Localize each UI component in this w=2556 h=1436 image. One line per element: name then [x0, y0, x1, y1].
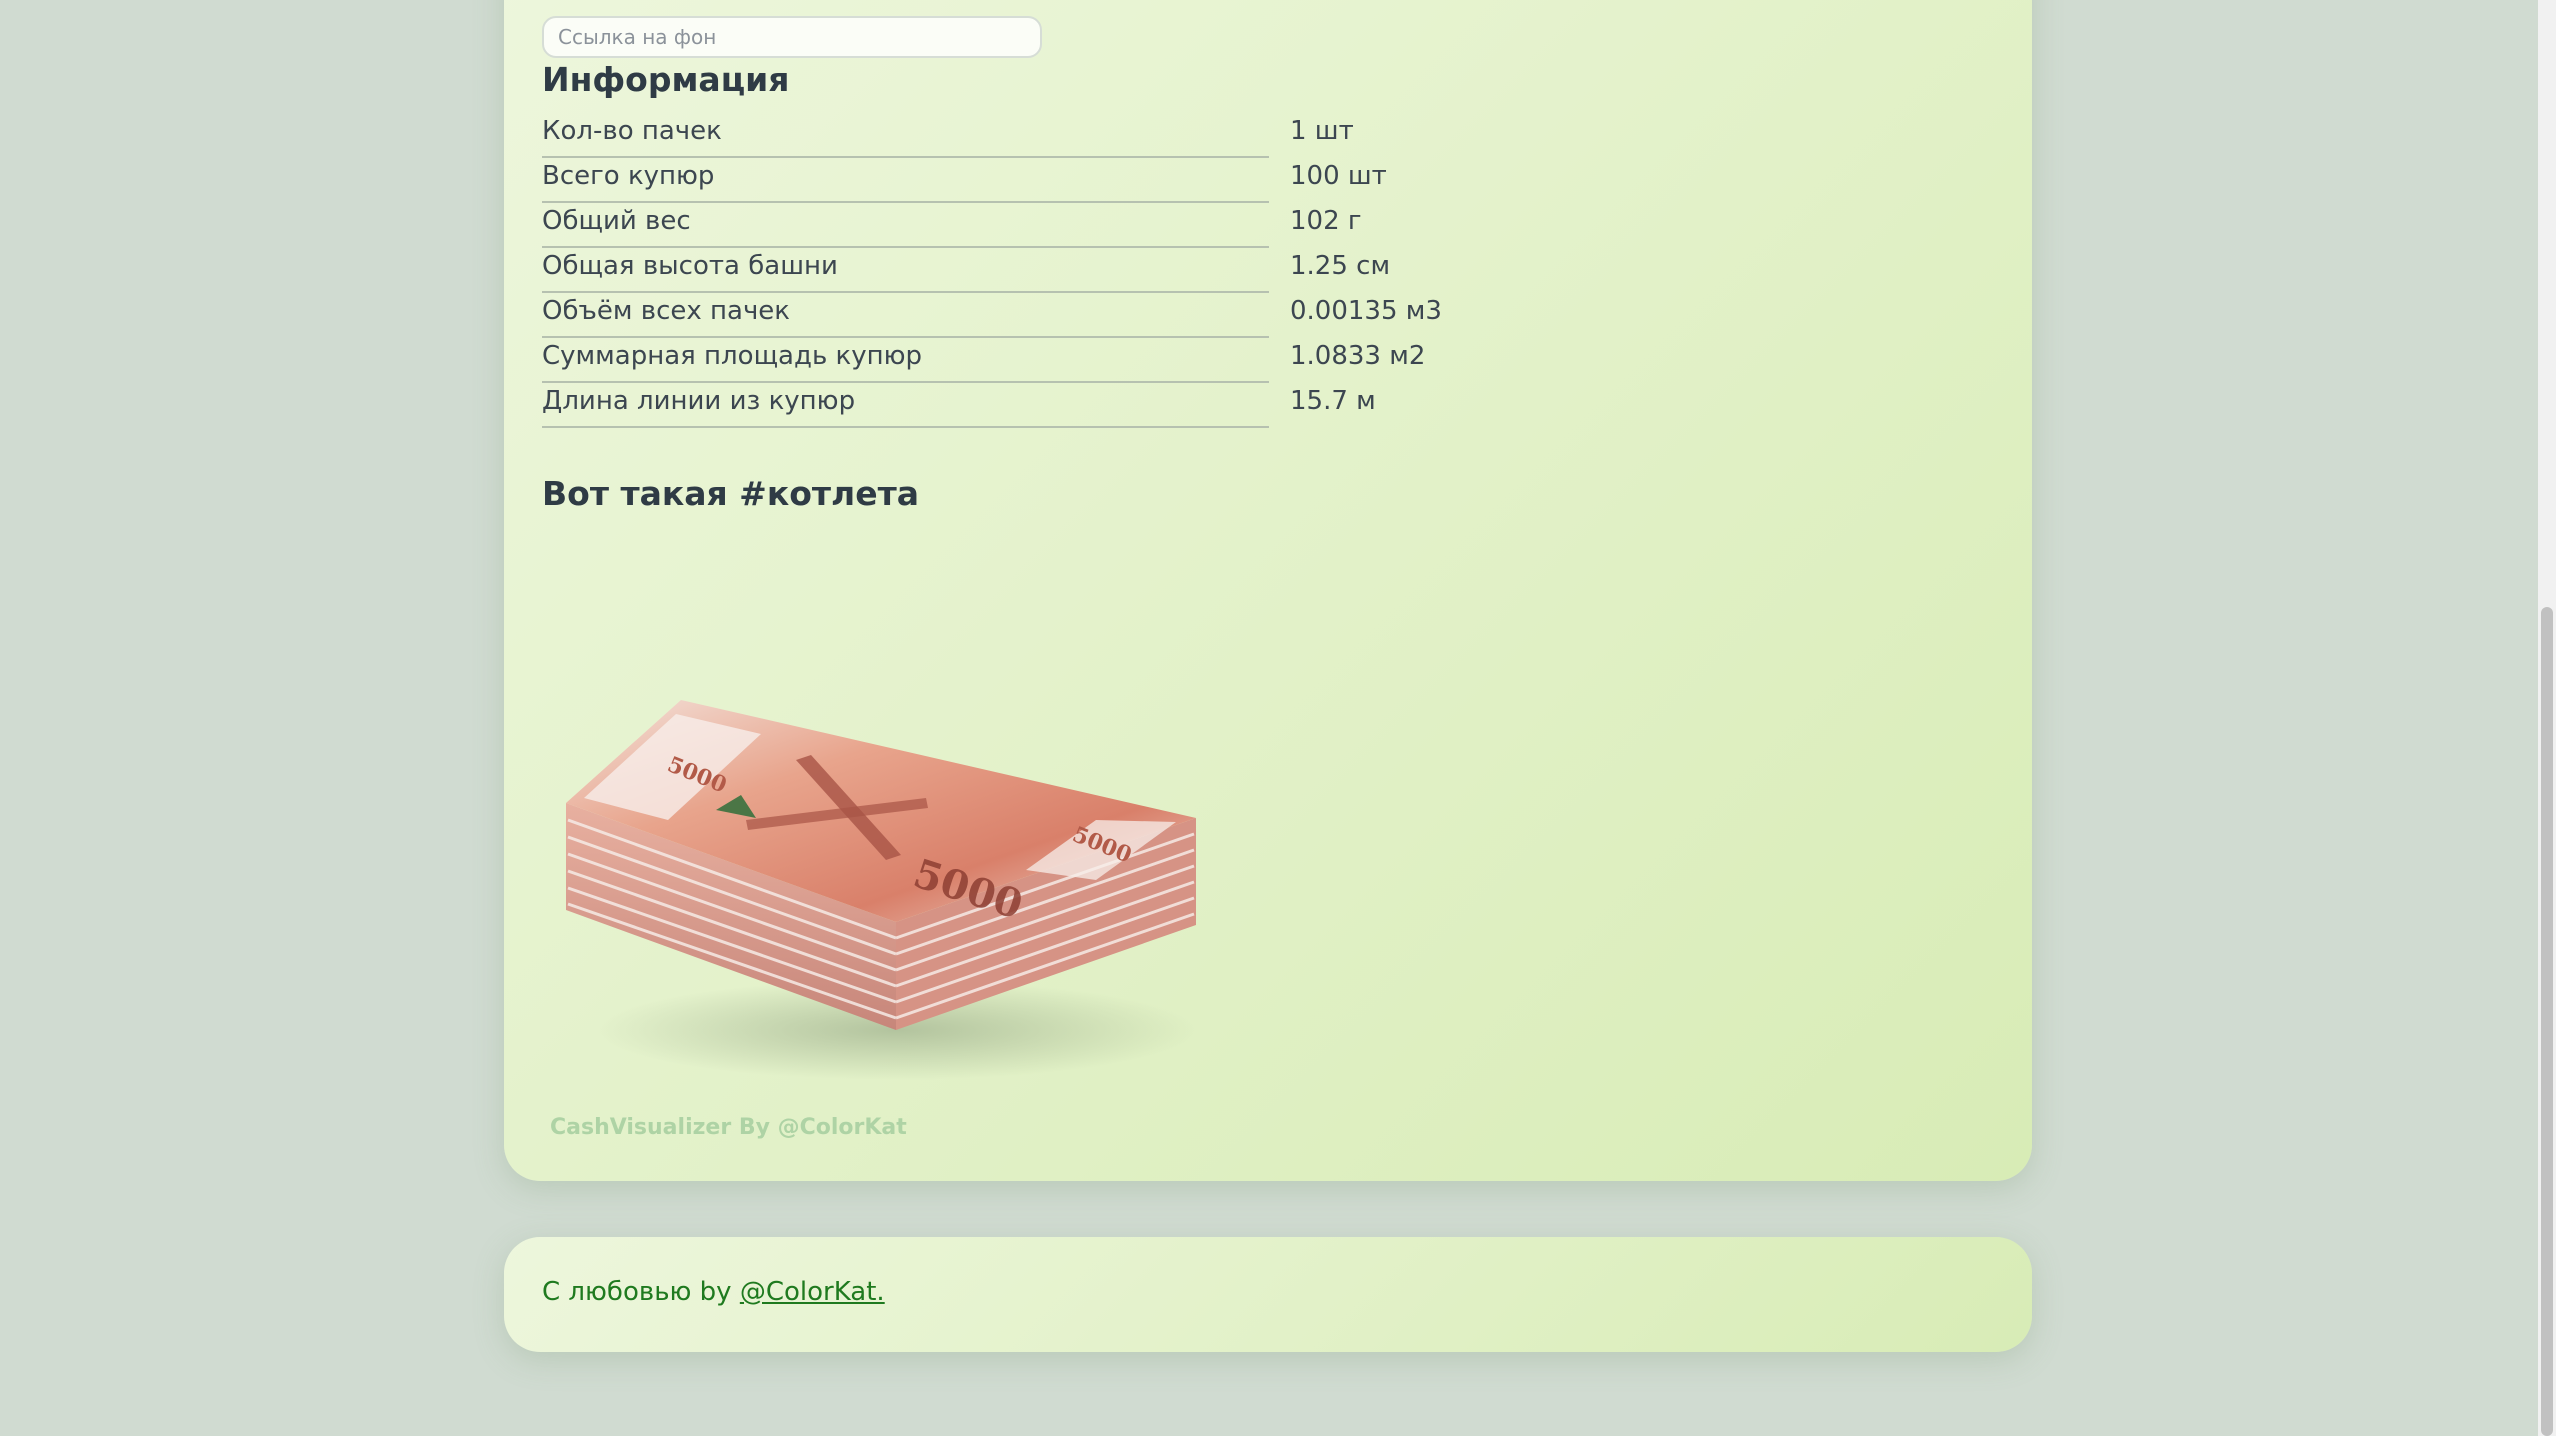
info-value: 100 шт — [1290, 161, 1387, 191]
scrollbar-thumb[interactable] — [2541, 607, 2553, 1436]
info-value: 1.0833 м2 — [1290, 341, 1426, 371]
footer-label: С любовью by — [542, 1277, 740, 1307]
colorkat-link[interactable]: @ColorKat. — [740, 1277, 885, 1307]
info-label: Всего купюр — [542, 161, 1269, 203]
info-value: 15.7 м — [1290, 386, 1376, 416]
info-row: Суммарная площадь купюр 1.0833 м2 — [542, 337, 1502, 383]
watermark: CashVisualizer By @ColorKat — [550, 1115, 907, 1140]
cutlet-title: Вот такая #котлета — [542, 474, 919, 513]
footer-card: С любовью by @ColorKat. — [504, 1237, 2032, 1352]
info-label: Суммарная площадь купюр — [542, 341, 1269, 383]
cash-stack-icon: 5000 5000 5000 — [566, 700, 1196, 1080]
info-label: Объём всех пачек — [542, 296, 1269, 338]
info-value: 0.00135 м3 — [1290, 296, 1442, 326]
scrollbar[interactable] — [2538, 0, 2556, 1436]
info-value: 102 г — [1290, 206, 1362, 236]
info-list: Кол-во пачек 1 шт Всего купюр 100 шт Общ… — [542, 112, 1502, 428]
info-value: 1 шт — [1290, 116, 1354, 146]
info-row: Кол-во пачек 1 шт — [542, 112, 1502, 158]
info-row: Общий вес 102 г — [542, 202, 1502, 248]
info-row: Объём всех пачек 0.00135 м3 — [542, 292, 1502, 338]
info-row: Длина линии из купюр 15.7 м — [542, 382, 1502, 428]
footer-text: С любовью by @ColorKat. — [542, 1277, 885, 1307]
info-row: Всего купюр 100 шт — [542, 157, 1502, 203]
background-url-input[interactable] — [542, 16, 1042, 58]
info-row: Общая высота башни 1.25 см — [542, 247, 1502, 293]
main-card: Информация Кол-во пачек 1 шт Всего купюр… — [504, 0, 2032, 1181]
info-label: Кол-во пачек — [542, 116, 1269, 158]
info-label: Общий вес — [542, 206, 1269, 248]
info-title: Информация — [542, 60, 790, 99]
info-label: Общая высота башни — [542, 251, 1269, 293]
info-label: Длина линии из купюр — [542, 386, 1269, 428]
cash-stack-image: 5000 5000 5000 — [556, 700, 1216, 1100]
info-value: 1.25 см — [1290, 251, 1391, 281]
